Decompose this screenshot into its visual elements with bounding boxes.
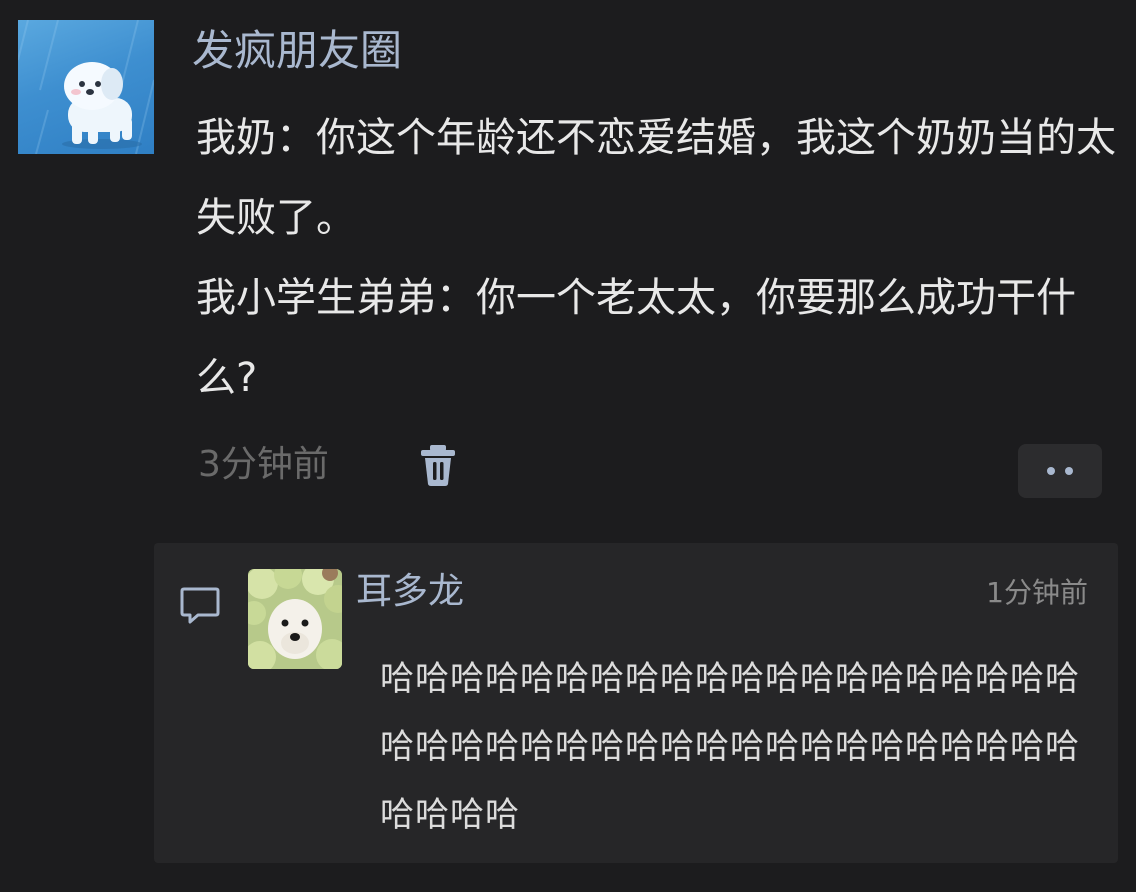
commenter-name[interactable]: 耳多龙: [356, 567, 464, 617]
post-timestamp: 3分钟前: [198, 444, 329, 485]
white-dog-illustration: [18, 20, 154, 154]
commenter-avatar[interactable]: [248, 569, 342, 669]
dog-photo-avatar: [248, 569, 342, 669]
post-body: 我奶：你这个年龄还不恋爱结婚，我这个奶奶当的太失败了。 我小学生弟弟：你一个老太…: [196, 98, 1126, 418]
comment-bubble-icon: [180, 587, 220, 624]
more-dots-icon: [1047, 467, 1055, 475]
comment-text: 哈哈哈哈哈哈哈哈哈哈哈哈哈哈哈哈哈哈哈哈哈哈哈哈哈哈哈哈哈哈哈哈哈哈哈哈哈哈哈哈…: [380, 659, 1080, 835]
more-dots-icon: [1065, 467, 1073, 475]
comment-panel: 耳多龙 1分钟前 哈哈哈哈哈哈哈哈哈哈哈哈哈哈哈哈哈哈哈哈哈哈哈哈哈哈哈哈哈哈哈…: [154, 543, 1118, 863]
author-avatar[interactable]: [18, 20, 154, 154]
post-paragraph: 我小学生弟弟：你一个老太太，你要那么成功干什么?: [196, 275, 1076, 401]
trash-icon: [421, 445, 455, 486]
delete-button[interactable]: [416, 440, 460, 490]
more-button[interactable]: [1018, 444, 1102, 498]
post-paragraph: 我奶：你这个年龄还不恋爱结婚，我这个奶奶当的太失败了。: [196, 115, 1116, 241]
comment-timestamp: 1分钟前: [986, 576, 1088, 609]
post-author-name[interactable]: 发疯朋友圈: [192, 22, 402, 80]
